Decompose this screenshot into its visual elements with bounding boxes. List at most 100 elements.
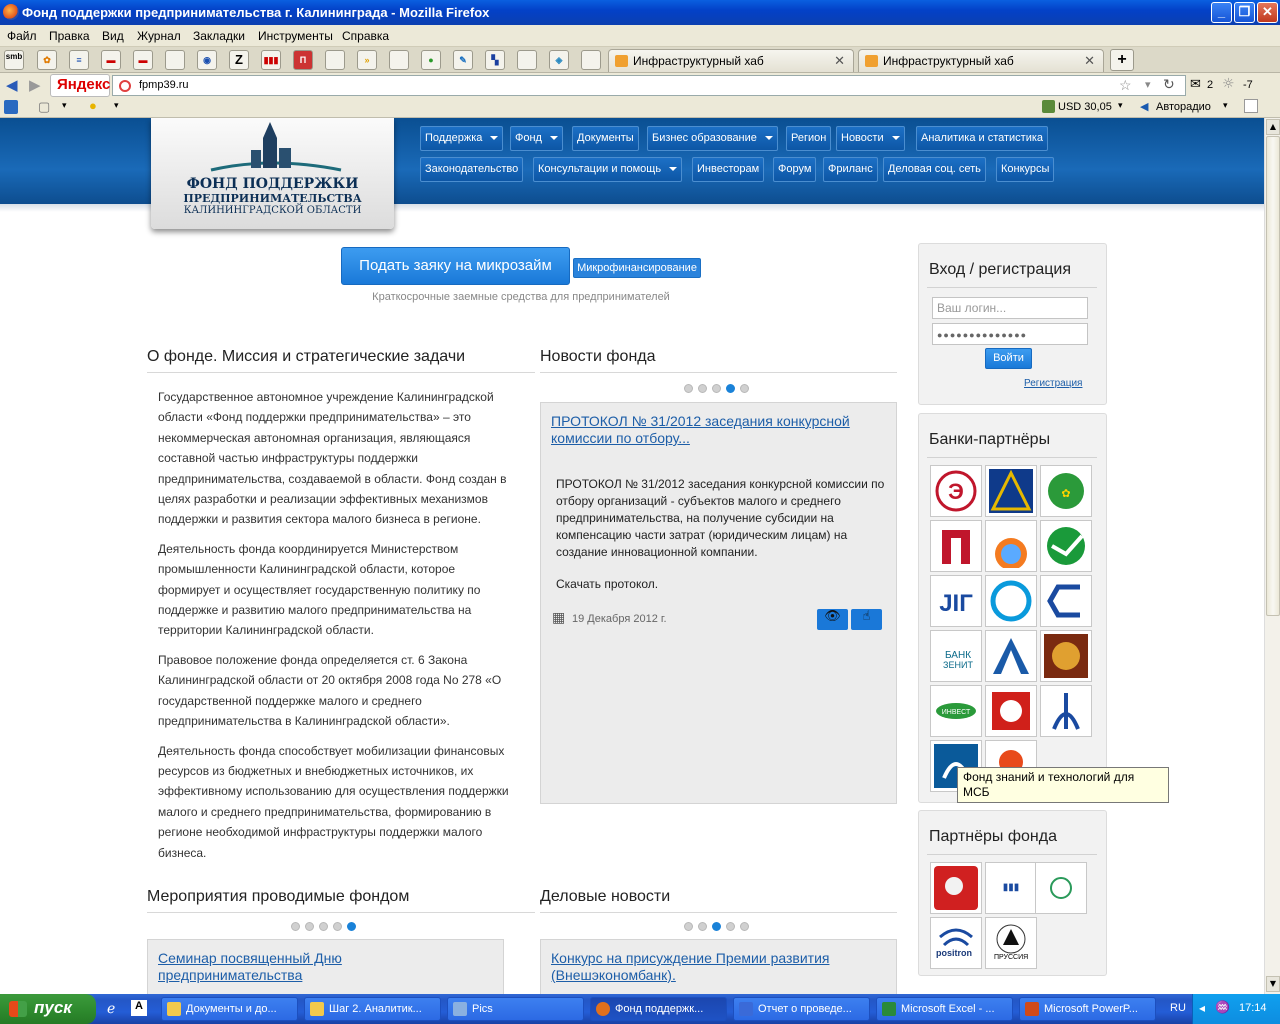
feather-icon[interactable]: ✎ (453, 50, 473, 70)
p-icon[interactable]: П (293, 50, 313, 70)
bank-logo[interactable] (985, 630, 1037, 682)
window-title-bar[interactable]: Фонд поддержки предпринимательства г. Ка… (0, 0, 1280, 25)
close-tab-icon[interactable]: ✕ (1084, 53, 1095, 69)
page-scrollbar[interactable]: ▲ ▼ (1264, 118, 1280, 994)
blank-icon-4[interactable] (517, 50, 537, 70)
chevron-down-icon[interactable]: ▾ (1223, 100, 1228, 111)
reload-icon[interactable]: ↻ (1163, 76, 1175, 93)
nav-news[interactable]: Новости (836, 126, 905, 151)
bank-logo[interactable]: JIГ (930, 575, 982, 627)
bank-logo[interactable]: Э (930, 465, 982, 517)
menu-view[interactable]: Вид (102, 29, 124, 43)
bank-logo[interactable] (1040, 520, 1092, 572)
pointer-hand-icon[interactable]: ☝ (851, 609, 882, 630)
nav-business-education[interactable]: Бизнес образование (647, 126, 778, 151)
tab-hub-2[interactable]: Инфраструктурный хаб ✕ (858, 49, 1104, 72)
bars-icon[interactable]: ▮▮▮ (261, 50, 281, 70)
carousel-dot[interactable] (726, 922, 735, 931)
event-item-title[interactable]: Семинар посвященный Дню предпринимательс… (158, 950, 458, 984)
carousel-dot[interactable] (712, 384, 721, 393)
globe-icon[interactable]: ◉ (197, 50, 217, 70)
yandex-button[interactable]: Яндекс (50, 74, 110, 97)
maximize-button[interactable]: ❐ (1234, 2, 1255, 23)
squares-icon[interactable]: ▚ (485, 50, 505, 70)
start-button[interactable]: пуск (0, 994, 96, 1024)
bank-logo[interactable] (1040, 630, 1092, 682)
partner-logo[interactable]: ▮▮▮ (985, 862, 1037, 914)
radio-label[interactable]: Авторадио (1156, 101, 1211, 113)
bank-logo[interactable]: ИНВЕСТ (930, 685, 982, 737)
carousel-dot[interactable] (305, 922, 314, 931)
carousel-dot[interactable] (291, 922, 300, 931)
login-button[interactable]: Войти (985, 348, 1032, 369)
news-item-title[interactable]: ПРОТОКОЛ № 31/2012 заседания конкурсной … (551, 413, 871, 447)
login-input[interactable]: Ваш логин... (932, 297, 1088, 319)
bank-logo[interactable]: ✿ (1040, 465, 1092, 517)
carousel-dot[interactable] (319, 922, 328, 931)
weather-icon[interactable]: ☼ (1222, 76, 1235, 92)
carousel-dot[interactable] (698, 922, 707, 931)
bank-logo[interactable] (985, 520, 1037, 572)
page-icon[interactable]: ▢ (38, 99, 50, 115)
blank-icon-5[interactable] (581, 50, 601, 70)
menu-tools[interactable]: Инструменты (258, 29, 333, 43)
partner-logo[interactable] (1035, 862, 1087, 914)
chevron-down-icon[interactable]: ▾ (114, 100, 119, 111)
bank-logo[interactable] (985, 685, 1037, 737)
scroll-thumb[interactable] (1266, 136, 1280, 616)
download-protocol-link[interactable]: Скачать протокол. (556, 577, 658, 591)
register-link[interactable]: Регистрация (1024, 378, 1082, 389)
nav-support[interactable]: Поддержка (420, 126, 504, 151)
blank-icon[interactable] (165, 50, 185, 70)
nav-forum[interactable]: Форум (773, 157, 817, 182)
carousel-dot[interactable] (698, 384, 707, 393)
bank-logo[interactable] (985, 465, 1037, 517)
scroll-down-icon[interactable]: ▼ (1266, 976, 1280, 992)
carousel-dot[interactable] (740, 384, 749, 393)
close-tab-icon[interactable]: ✕ (834, 53, 845, 69)
back-icon[interactable]: ◀ (6, 76, 18, 94)
bank-logo[interactable] (1040, 575, 1092, 627)
task-powerpoint[interactable]: Microsoft PowerP... (1019, 997, 1156, 1021)
app-icon[interactable] (4, 100, 18, 114)
view-icon[interactable]: 👁 (817, 609, 848, 630)
smb-icon[interactable]: smb (4, 50, 24, 70)
business-news-item-title[interactable]: Конкурс на присуждение Премии развития (… (551, 950, 871, 984)
minimize-button[interactable]: _ (1211, 2, 1232, 23)
nav-freelance[interactable]: Фриланс (823, 157, 878, 182)
menu-edit[interactable]: Правка (49, 29, 90, 43)
carousel-dot[interactable] (684, 384, 693, 393)
new-tab-button[interactable]: + (1110, 49, 1134, 71)
nav-analytics[interactable]: Аналитика и статистика (916, 126, 1049, 151)
blank-icon-3[interactable] (389, 50, 409, 70)
z-icon[interactable]: Z (229, 50, 249, 70)
nav-region[interactable]: Регион (786, 126, 832, 151)
carousel-dot[interactable] (684, 922, 693, 931)
frog-icon[interactable]: ● (421, 50, 441, 70)
tray-arrow-icon[interactable]: ◂ (1199, 1001, 1205, 1015)
nav-documents[interactable]: Документы (572, 126, 639, 151)
url-bar[interactable]: fpmp39.ru ☆ ▾ ↻ (112, 75, 1186, 96)
task-report[interactable]: Отчет о проведе... (733, 997, 870, 1021)
language-indicator[interactable]: RU (1170, 1002, 1186, 1014)
forward-icon[interactable]: ▶ (29, 76, 41, 94)
shield-icon[interactable]: ◈ (549, 50, 569, 70)
password-input[interactable]: ●●●●●●●●●●●●●● (932, 323, 1088, 345)
menu-help[interactable]: Справка (342, 29, 389, 43)
apply-microloan-button[interactable]: Подать заяку на микрозайм (341, 247, 570, 285)
mail-icon[interactable]: ✉ (1190, 77, 1201, 92)
menu-bookmarks[interactable]: Закладки (193, 29, 245, 43)
task-firefox[interactable]: Фонд поддержк... (590, 997, 727, 1021)
tab-hub-1[interactable]: Инфраструктурный хаб ✕ (608, 49, 854, 72)
bank-logo[interactable] (1040, 685, 1092, 737)
chat-icon[interactable]: ● (89, 98, 97, 113)
task-step2[interactable]: Шаг 2. Аналитик... (304, 997, 441, 1021)
blank-icon-2[interactable] (325, 50, 345, 70)
clock[interactable]: 17:14 (1239, 1002, 1267, 1014)
menu-file[interactable]: Файл (7, 29, 37, 43)
stack-icon[interactable]: ≡ (69, 50, 89, 70)
nav-social-network[interactable]: Деловая соц. сеть (883, 157, 986, 182)
puzzle-icon[interactable]: ✿ (37, 50, 57, 70)
carousel-dot-active[interactable] (712, 922, 721, 931)
close-button[interactable]: ✕ (1257, 2, 1278, 23)
